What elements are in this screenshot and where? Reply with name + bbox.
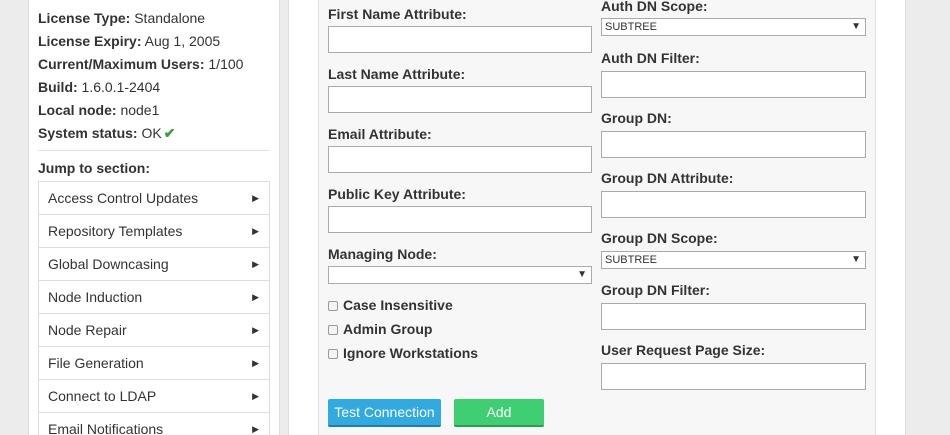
arrow-right-icon: ▶ (252, 259, 259, 269)
menu-item-repository-templates[interactable]: Repository Templates ▶ (38, 215, 270, 248)
public-key-attribute-label: Public Key Attribute: (328, 186, 466, 202)
arrow-right-icon: ▶ (252, 325, 259, 335)
arrow-right-icon: ▶ (252, 358, 259, 368)
jump-to-section-label: Jump to section: (38, 160, 151, 176)
managing-node-label: Managing Node: (328, 246, 437, 262)
section-menu: Access Control Updates ▶ Repository Templ… (38, 181, 270, 435)
dropdown-arrow-icon: ▼ (577, 269, 587, 280)
license-expiry: License Expiry: Aug 1, 2005 (38, 33, 221, 49)
menu-item-node-induction[interactable]: Node Induction ▶ (38, 281, 270, 314)
build-number: Build: 1.6.0.1-2404 (38, 79, 161, 95)
system-status: System status: OK ✔ (38, 125, 176, 141)
user-count: Current/Maximum Users: 1/100 (38, 56, 244, 72)
email-attribute-label: Email Attribute: (328, 126, 432, 142)
checkmark-icon: ✔ (163, 125, 176, 141)
last-name-attribute-input[interactable] (328, 86, 592, 113)
admin-group-option[interactable]: Admin Group (328, 320, 432, 338)
public-key-attribute-input[interactable] (328, 206, 592, 233)
group-dn-attribute-input[interactable] (601, 191, 866, 218)
arrow-right-icon: ▶ (252, 292, 259, 302)
menu-item-email-notifications[interactable]: Email Notifications ▶ (38, 413, 270, 435)
divider (38, 150, 270, 151)
auth-dn-filter-input[interactable] (601, 71, 866, 98)
case-insensitive-checkbox[interactable] (328, 301, 338, 311)
ignore-workstations-option[interactable]: Ignore Workstations (328, 344, 478, 362)
group-dn-label: Group DN: (601, 110, 672, 126)
auth-dn-scope-select[interactable]: SUBTREE ▼ (601, 18, 866, 36)
email-attribute-input[interactable] (328, 146, 592, 173)
menu-item-file-generation[interactable]: File Generation ▶ (38, 347, 270, 380)
local-node: Local node: node1 (38, 102, 160, 118)
arrow-right-icon: ▶ (252, 424, 259, 434)
sidebar: License Type: Standalone License Expiry:… (28, 0, 280, 435)
group-dn-filter-input[interactable] (601, 303, 866, 330)
menu-item-node-repair[interactable]: Node Repair ▶ (38, 314, 270, 347)
arrow-right-icon: ▶ (252, 391, 259, 401)
add-button[interactable]: Add (454, 399, 544, 427)
auth-dn-filter-label: Auth DN Filter: (601, 50, 700, 66)
case-insensitive-option[interactable]: Case Insensitive (328, 296, 453, 314)
menu-item-connect-to-ldap[interactable]: Connect to LDAP ▶ (38, 380, 270, 413)
dropdown-arrow-icon: ▼ (851, 21, 861, 32)
group-dn-scope-select[interactable]: SUBTREE ▼ (601, 251, 866, 269)
last-name-attribute-label: Last Name Attribute: (328, 66, 466, 82)
arrow-right-icon: ▶ (252, 226, 259, 236)
auth-dn-scope-label: Auth DN Scope: (601, 0, 708, 14)
user-request-page-size-input[interactable] (601, 363, 866, 390)
test-connection-button[interactable]: Test Connection (328, 399, 441, 427)
first-name-attribute-input[interactable] (328, 26, 592, 53)
dropdown-arrow-icon: ▼ (851, 254, 861, 265)
admin-group-checkbox[interactable] (328, 325, 338, 335)
group-dn-scope-label: Group DN Scope: (601, 230, 718, 246)
group-dn-input[interactable] (601, 131, 866, 158)
group-dn-filter-label: Group DN Filter: (601, 282, 710, 298)
first-name-attribute-label: First Name Attribute: (328, 6, 467, 22)
menu-item-access-control-updates[interactable]: Access Control Updates ▶ (38, 182, 270, 215)
managing-node-select[interactable]: ▼ (328, 266, 592, 284)
license-type: License Type: Standalone (38, 10, 206, 26)
group-dn-attribute-label: Group DN Attribute: (601, 170, 734, 186)
ignore-workstations-checkbox[interactable] (328, 349, 338, 359)
menu-item-global-downcasing[interactable]: Global Downcasing ▶ (38, 248, 270, 281)
user-request-page-size-label: User Request Page Size: (601, 342, 766, 358)
arrow-right-icon: ▶ (252, 193, 259, 203)
